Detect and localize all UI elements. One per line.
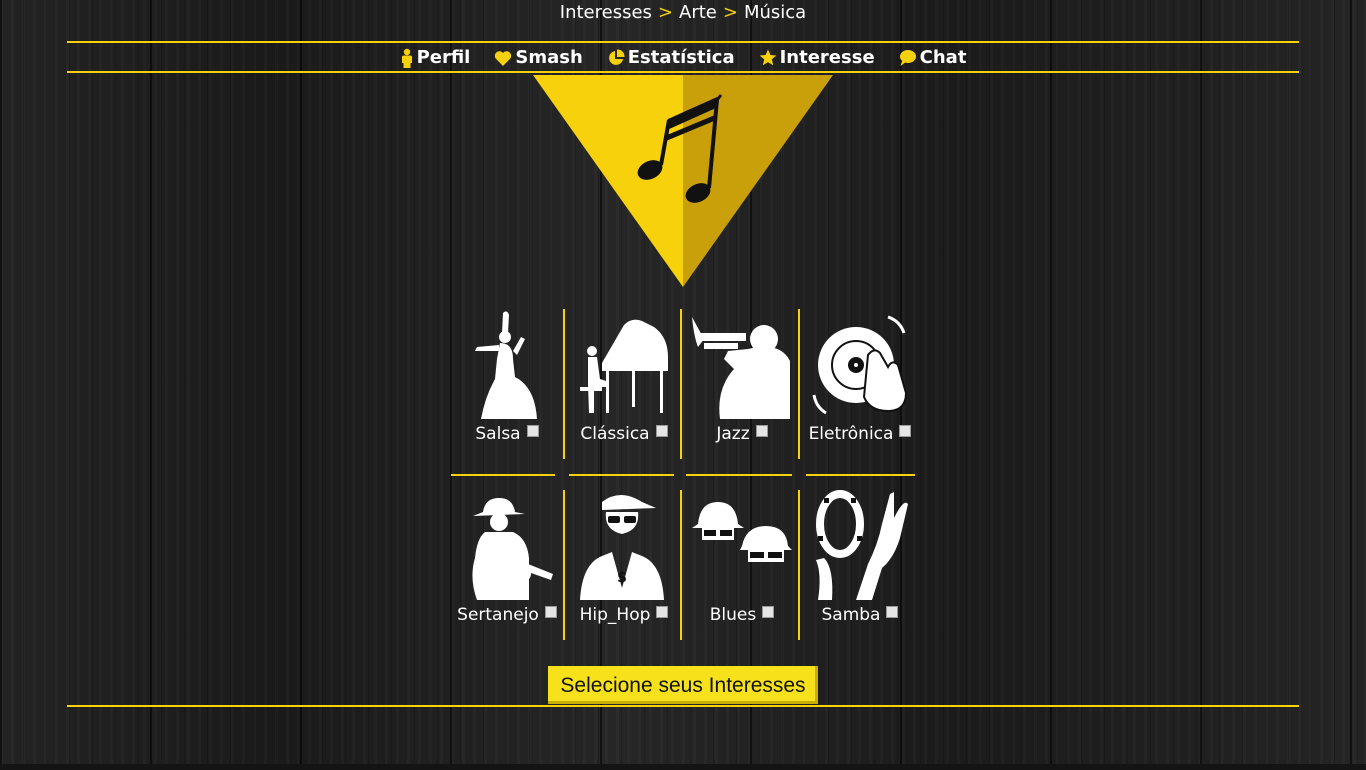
genre-jazz-checkbox[interactable] — [755, 425, 768, 437]
genre-divider-horizontal — [686, 474, 792, 476]
genre-hip-hop[interactable]: $ Hip_Hop — [569, 488, 679, 640]
pie-chart-icon — [608, 49, 625, 65]
genre-hip-hop-label: Hip_Hop — [579, 605, 651, 625]
tambourine-icon — [816, 490, 908, 600]
nav-bottom-divider — [67, 71, 1299, 73]
nav-interesse-label: Interesse — [779, 47, 875, 68]
chat-bubble-icon — [899, 50, 916, 66]
genre-sertanejo-label: Sertanejo — [457, 605, 539, 625]
genre-classica-label: Clássica — [580, 424, 650, 444]
breadcrumb-separator: > — [722, 2, 738, 23]
person-icon — [401, 48, 412, 68]
genre-salsa[interactable]: Salsa — [452, 307, 562, 459]
genre-hip-hop-checkbox[interactable] — [656, 606, 669, 618]
genre-blues[interactable]: Blues — [687, 488, 797, 640]
main-nav: Perfil Smash Estatística Interesse Chat — [0, 46, 1366, 70]
genre-salsa-label: Salsa — [475, 424, 521, 444]
dj-turntable-icon — [812, 315, 908, 415]
breadcrumb: Interesses > Arte > Música — [0, 2, 1366, 24]
genre-sertanejo-checkbox[interactable] — [544, 606, 557, 618]
genre-sertanejo[interactable]: Sertanejo — [452, 488, 562, 640]
nav-chat[interactable]: Chat — [899, 46, 967, 70]
music-category-banner — [533, 75, 833, 287]
genre-divider-vertical — [798, 490, 800, 640]
genre-samba[interactable]: Samba — [805, 488, 915, 640]
nav-interesse[interactable]: Interesse — [759, 46, 875, 70]
genre-samba-checkbox[interactable] — [886, 606, 899, 618]
nav-top-divider — [67, 41, 1299, 43]
genre-blues-checkbox[interactable] — [762, 606, 775, 618]
heart-icon — [495, 50, 512, 66]
genre-eletronica-label: Eletrônica — [808, 424, 894, 444]
svg-text:$: $ — [617, 570, 627, 586]
breadcrumb-separator: > — [657, 2, 674, 23]
nav-chat-label: Chat — [919, 47, 967, 68]
nav-perfil[interactable]: Perfil — [400, 46, 471, 70]
genre-samba-label: Samba — [821, 605, 881, 625]
star-icon — [759, 49, 776, 66]
nav-estatistica-label: Estatística — [627, 47, 735, 68]
genre-eletronica-checkbox[interactable] — [899, 425, 912, 437]
genre-jazz-label: Jazz — [716, 424, 750, 444]
nav-smash-label: Smash — [515, 47, 583, 68]
breadcrumb-musica: Música — [743, 2, 807, 23]
genre-classica-checkbox[interactable] — [655, 425, 668, 437]
genre-divider-vertical — [680, 490, 682, 640]
nav-perfil-label: Perfil — [416, 47, 471, 68]
genre-divider-horizontal — [451, 474, 555, 476]
genre-eletronica[interactable]: Eletrônica — [805, 307, 915, 459]
genre-grid: Salsa Clássica Jazz Eletrônica Sertanejo… — [449, 307, 919, 642]
breadcrumb-interesses[interactable]: Interesses — [560, 2, 652, 23]
cowboy-guitarist-icon — [472, 498, 553, 600]
select-interests-button[interactable]: Selecione seus Interesses — [548, 666, 818, 704]
trumpet-player-icon — [692, 317, 790, 419]
pianist-icon — [580, 319, 668, 413]
bottom-strip — [0, 764, 1366, 770]
breadcrumb-arte[interactable]: Arte — [679, 2, 717, 23]
rapper-icon: $ — [580, 495, 664, 600]
genre-salsa-checkbox[interactable] — [526, 425, 539, 437]
footer-divider — [67, 705, 1299, 707]
genre-divider-horizontal — [806, 474, 915, 476]
genre-blues-label: Blues — [709, 605, 757, 625]
nav-estatistica[interactable]: Estatística — [607, 46, 735, 70]
genre-divider-vertical — [563, 490, 565, 640]
blues-brothers-icon — [692, 502, 792, 562]
genre-divider-vertical — [798, 309, 800, 459]
genre-divider-vertical — [680, 309, 682, 459]
genre-classica[interactable]: Clássica — [569, 307, 679, 459]
genre-jazz[interactable]: Jazz — [687, 307, 797, 459]
salsa-dancer-icon — [475, 311, 537, 419]
genre-divider-vertical — [563, 309, 565, 459]
genre-divider-horizontal — [569, 474, 674, 476]
nav-smash[interactable]: Smash — [494, 46, 583, 70]
